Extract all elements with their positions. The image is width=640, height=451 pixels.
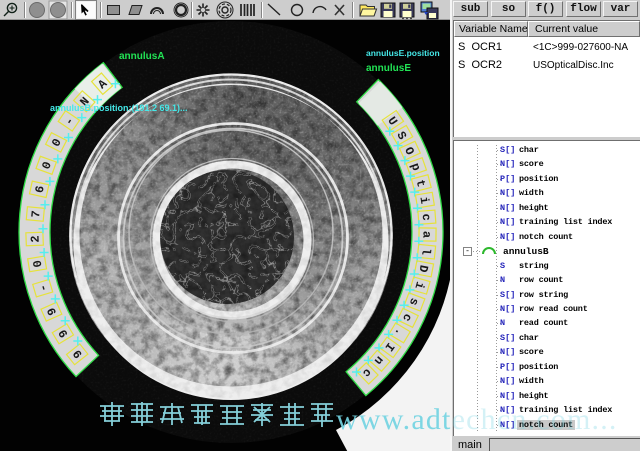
svg-text:annulusA: annulusA — [119, 51, 165, 62]
svg-text:annulusE: annulusE — [366, 63, 411, 74]
svg-text:annulusE.position: annulusE.position — [366, 48, 440, 58]
svg-text:2: 2 — [28, 235, 42, 243]
svg-text:l: l — [418, 247, 433, 256]
svg-text:a: a — [419, 231, 433, 238]
svg-text:c: c — [419, 213, 434, 221]
svg-text:annulusB.position:(191.2 69.1): annulusB.position:(191.2 69.1)... — [50, 103, 188, 113]
svg-text:7: 7 — [29, 210, 44, 218]
